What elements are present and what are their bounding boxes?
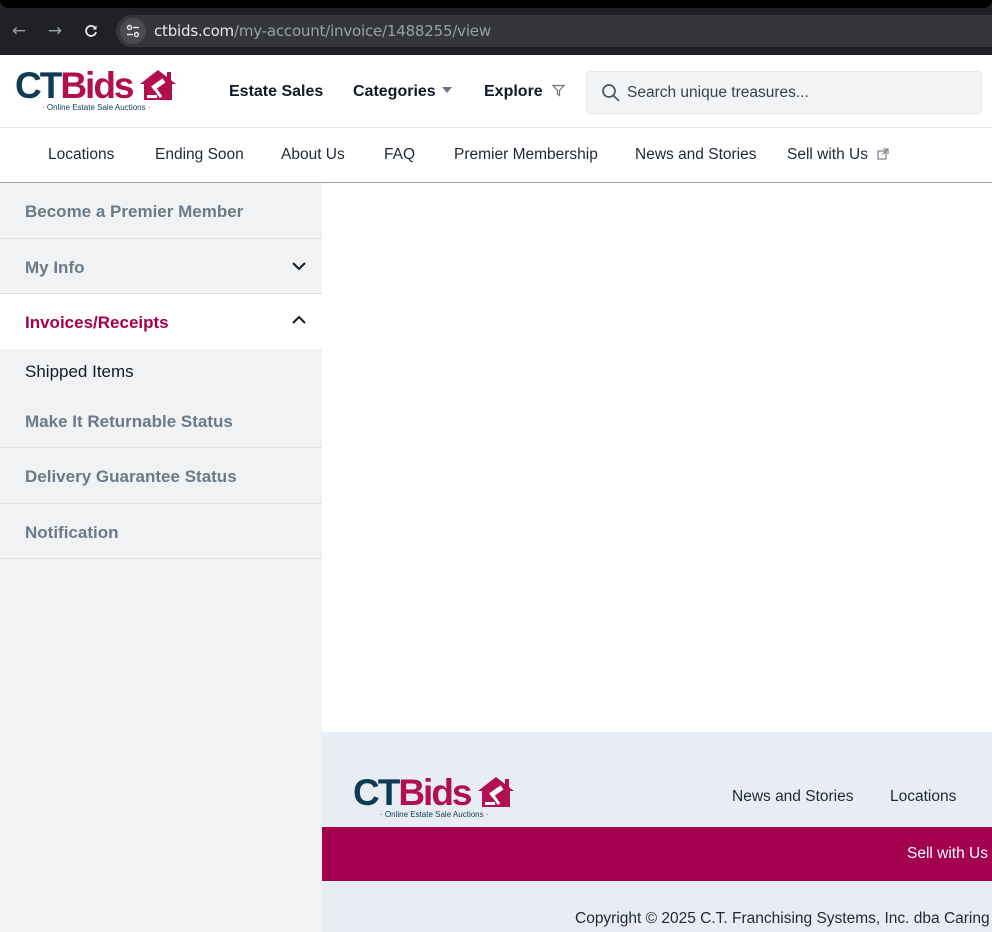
subnav-news-and-stories[interactable]: News and Stories [635, 146, 756, 164]
sidebar-subitem-shipped-items[interactable]: Shipped Items [25, 362, 134, 382]
house-gavel-icon [478, 777, 514, 807]
external-link-icon [877, 148, 889, 160]
logo-wordmark: CTBids [353, 772, 473, 813]
sidebar-item-make-returnable[interactable]: Make It Returnable Status [0, 393, 322, 448]
subnav-premier-membership[interactable]: Premier Membership [454, 146, 598, 164]
subnav-sell-with-us[interactable]: Sell with Us [787, 146, 889, 164]
back-button[interactable]: ← [6, 18, 32, 44]
url-text: ctbids.com/my-account/invoice/1488255/vi… [154, 22, 491, 40]
url-path: /my-account/invoice/1488255/view [233, 22, 491, 40]
logo-tagline: · Online Estate Sale Auctions · [42, 103, 151, 112]
nav-categories[interactable]: Categories [353, 83, 452, 101]
sidebar-item-label: My Info [25, 258, 85, 277]
site-footer: CTBids · Online Estate Sale Auctions · N… [322, 732, 992, 932]
logo-ct: CT [353, 772, 400, 813]
house-gavel-icon [140, 70, 176, 100]
nav-explore[interactable]: Explore [484, 83, 566, 101]
sidebar-item-delivery-guarantee[interactable]: Delivery Guarantee Status [0, 448, 322, 504]
subnav-locations[interactable]: Locations [48, 146, 114, 164]
subnav-faq[interactable]: FAQ [384, 146, 415, 164]
subnav-about-us[interactable]: About Us [281, 146, 345, 164]
sidebar-item-label: Become a Premier Member [25, 202, 244, 221]
sidebar-item-label: Delivery Guarantee Status [25, 467, 237, 486]
nav-estate-sales[interactable]: Estate Sales [229, 83, 323, 101]
arrow-right-icon: → [47, 21, 63, 41]
search-input[interactable] [627, 80, 967, 106]
footer-band: Sell with Us [322, 827, 992, 881]
caret-down-icon [441, 87, 452, 93]
search-box [586, 71, 982, 114]
sidebar-item-label: Invoices/Receipts [25, 313, 169, 332]
forward-button[interactable]: → [42, 18, 68, 44]
sidebar-item-become-premier[interactable]: Become a Premier Member [0, 183, 322, 239]
footer-copyright: Copyright © 2025 C.T. Franchising System… [575, 910, 992, 927]
sidebar-item-my-info[interactable]: My Info [0, 239, 322, 294]
browser-tab-strip [0, 0, 992, 8]
header-logo[interactable]: CTBids · Online Estate Sale Auctions · [15, 67, 180, 115]
sidebar-item-label: Make It Returnable Status [25, 412, 233, 431]
url-host: ctbids.com [154, 22, 234, 40]
logo-bids: Bids [398, 772, 472, 813]
sub-nav: Locations Ending Soon About Us FAQ Premi… [0, 128, 992, 183]
nav-categories-label: Categories [353, 83, 436, 100]
nav-explore-label: Explore [484, 83, 543, 100]
footer-sell-with-us-link[interactable]: Sell with Us [907, 845, 988, 863]
arrow-left-icon: ← [11, 21, 27, 41]
logo-bids: Bids [60, 65, 134, 106]
chevron-down-icon [292, 262, 306, 271]
logo-tagline: · Online Estate Sale Auctions · [380, 810, 489, 819]
chevron-up-icon [292, 315, 306, 324]
logo-wordmark: CTBids [15, 65, 135, 106]
filter-icon [551, 84, 566, 97]
sidebar-item-invoices[interactable]: Invoices/Receipts [0, 294, 322, 349]
site-info-button[interactable] [120, 18, 146, 44]
sidebar-item-label: Notification [25, 523, 119, 542]
search-icon [602, 84, 620, 102]
subnav-sell-with-us-label: Sell with Us [787, 146, 868, 163]
browser-toolbar: ← → ctbids.com/my-account/invoice/148825… [0, 0, 992, 55]
logo-ct: CT [15, 65, 62, 106]
reload-button[interactable] [78, 18, 104, 44]
footer-logo[interactable]: CTBids · Online Estate Sale Auctions · [353, 774, 518, 822]
reload-icon [85, 25, 97, 37]
footer-link-news-and-stories[interactable]: News and Stories [732, 788, 853, 806]
subnav-ending-soon[interactable]: Ending Soon [155, 146, 244, 164]
site-header: CTBids · Online Estate Sale Auctions · E… [0, 55, 992, 128]
address-bar[interactable]: ctbids.com/my-account/invoice/1488255/vi… [116, 15, 992, 47]
footer-link-locations[interactable]: Locations [890, 788, 956, 806]
account-sidebar: Become a Premier Member My Info Invoices… [0, 183, 322, 932]
tune-icon [126, 24, 140, 38]
sidebar-item-notification[interactable]: Notification [0, 504, 322, 559]
invoice-content-area [322, 183, 992, 732]
